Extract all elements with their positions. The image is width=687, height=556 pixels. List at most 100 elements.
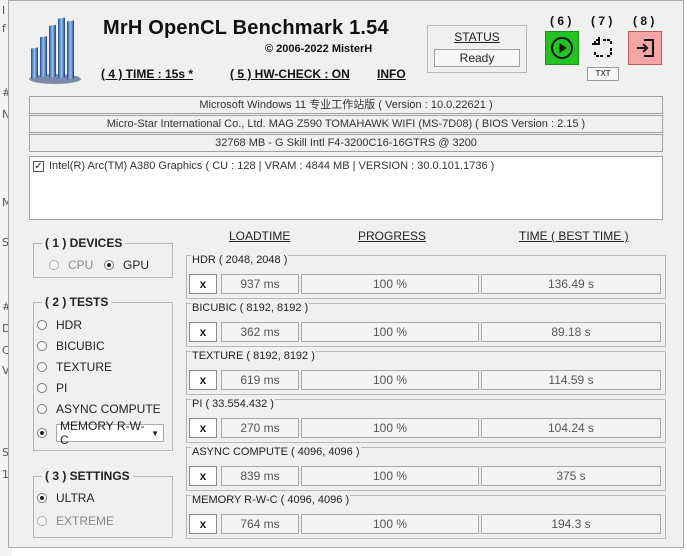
background-text-fragment: f <box>2 22 6 35</box>
setting-ultra-option[interactable]: ULTRA <box>37 491 94 505</box>
exit-icon <box>637 39 654 57</box>
result-row-hdr: HDR ( 2048, 2048 ) x 937 ms 100 % 136.49… <box>186 254 666 299</box>
hdr-label: HDR <box>56 318 82 332</box>
result-name: MEMORY R-W-C ( 4096, 4096 ) <box>191 494 351 506</box>
gpu-radio[interactable] <box>104 260 114 270</box>
tests-legend: ( 2 ) TESTS <box>45 295 109 309</box>
device-gpu-option[interactable]: GPU <box>104 258 149 272</box>
result-name: HDR ( 2048, 2048 ) <box>191 254 289 266</box>
app-logo-icon <box>29 17 81 84</box>
txt-export-button[interactable]: TXT <box>587 67 619 81</box>
run-button[interactable] <box>545 31 579 65</box>
async-compute-radio[interactable] <box>37 404 47 414</box>
texture-label: TEXTURE <box>56 360 113 374</box>
test-option-hdr[interactable]: HDR <box>37 318 82 332</box>
hdr-radio[interactable] <box>37 320 47 330</box>
progress-value: 100 % <box>301 418 479 438</box>
copyright-text: © 2006-2022 MisterH <box>265 43 373 55</box>
motherboard-info: Micro-Star International Co., Ltd. MAG Z… <box>29 115 663 133</box>
progress-value: 100 % <box>301 370 479 390</box>
clear-result-button[interactable]: x <box>189 322 217 342</box>
memory-test-select[interactable]: MEMORY R-W-C ▼ <box>56 419 164 447</box>
bicubic-radio[interactable] <box>37 341 47 351</box>
background-text-fragment: I <box>2 4 6 17</box>
loadtime-value: 362 ms <box>221 322 299 342</box>
loadtime-value: 270 ms <box>221 418 299 438</box>
status-label: STATUS <box>454 30 500 44</box>
test-option-pi[interactable]: PI <box>37 381 67 395</box>
chevron-down-icon: ▼ <box>151 428 159 438</box>
result-name: ASYNC COMPUTE ( 4096, 4096 ) <box>191 446 361 458</box>
devices-legend: ( 1 ) DEVICES <box>45 236 123 250</box>
crop-screenshot-button[interactable] <box>586 31 620 65</box>
test-option-async-compute[interactable]: ASYNC COMPUTE <box>37 402 161 416</box>
result-row-memory-rwc: MEMORY R-W-C ( 4096, 4096 ) x 764 ms 100… <box>186 494 666 539</box>
time-column-header: TIME ( BEST TIME ) <box>519 229 629 243</box>
loadtime-value: 764 ms <box>221 514 299 534</box>
hw-check-link[interactable]: ( 5 ) HW-CHECK : ON <box>230 67 350 81</box>
gpu-checkbox[interactable]: ✓ <box>33 161 44 172</box>
setting-extreme-option[interactable]: EXTREME <box>37 514 114 528</box>
clear-result-button[interactable]: x <box>189 466 217 486</box>
device-cpu-option[interactable]: CPU <box>49 258 93 272</box>
time-value: 104.24 s <box>481 418 661 438</box>
clear-result-button[interactable]: x <box>189 274 217 294</box>
status-value: Ready <box>434 49 520 67</box>
result-row-pi: PI ( 33.554.432 ) x 270 ms 100 % 104.24 … <box>186 398 666 443</box>
result-row-texture: TEXTURE ( 8192, 8192 ) x 619 ms 100 % 11… <box>186 350 666 395</box>
test-option-texture[interactable]: TEXTURE <box>37 360 112 374</box>
loadtime-value: 619 ms <box>221 370 299 390</box>
gpu-label: GPU <box>123 258 150 272</box>
time-setting-link[interactable]: ( 4 ) TIME : 15s * <box>101 67 193 81</box>
progress-column-header: PROGRESS <box>358 229 427 243</box>
progress-value: 100 % <box>301 514 479 534</box>
progress-value: 100 % <box>301 466 479 486</box>
progress-value: 100 % <box>301 274 479 294</box>
run-shortcut-label: ( 6 ) <box>550 14 572 28</box>
time-value: 194.3 s <box>481 514 661 534</box>
status-panel: STATUS Ready <box>427 25 527 73</box>
cpu-radio[interactable] <box>49 260 59 270</box>
result-row-bicubic: BICUBIC ( 8192, 8192 ) x 362 ms 100 % 89… <box>186 302 666 347</box>
progress-value: 100 % <box>301 322 479 342</box>
pi-label: PI <box>56 381 68 395</box>
ultra-label: ULTRA <box>56 491 95 505</box>
result-name: BICUBIC ( 8192, 8192 ) <box>191 302 310 314</box>
test-option-memory-rwc[interactable]: MEMORY R-W-C ▼ <box>37 419 164 447</box>
exit-button[interactable] <box>628 31 662 65</box>
pi-radio[interactable] <box>37 383 47 393</box>
clear-result-button[interactable]: x <box>189 418 217 438</box>
exit-shortcut-label: ( 8 ) <box>633 14 655 28</box>
system-info-panel: Microsoft Windows 11 专业工作站版 ( Version : … <box>29 96 663 152</box>
time-value: 136.49 s <box>481 274 661 294</box>
crop-shortcut-label: ( 7 ) <box>591 14 613 28</box>
memory-info: 32768 MB - G Skill Intl F4-3200C16-16GTR… <box>29 134 663 152</box>
clear-result-button[interactable]: x <box>189 514 217 534</box>
info-link[interactable]: INFO <box>377 67 406 81</box>
memory-rwc-radio[interactable] <box>37 428 47 438</box>
ultra-radio[interactable] <box>37 493 47 503</box>
settings-legend: ( 3 ) SETTINGS <box>45 469 130 483</box>
extreme-radio[interactable] <box>37 516 47 526</box>
memory-test-select-value: MEMORY R-W-C <box>60 419 145 447</box>
result-name: PI ( 33.554.432 ) <box>191 398 275 410</box>
app-title: MrH OpenCL Benchmark 1.54 <box>103 17 389 39</box>
bicubic-label: BICUBIC <box>56 339 105 353</box>
crop-select-icon <box>592 37 612 57</box>
time-value: 89.18 s <box>481 322 661 342</box>
time-value: 114.59 s <box>481 370 661 390</box>
time-value: 375 s <box>481 466 661 486</box>
result-name: TEXTURE ( 8192, 8192 ) <box>191 350 316 362</box>
os-info: Microsoft Windows 11 专业工作站版 ( Version : … <box>29 96 663 114</box>
play-icon <box>551 37 573 59</box>
texture-radio[interactable] <box>37 362 47 372</box>
opencl-device-list: ✓ Intel(R) Arc(TM) A380 Graphics ( CU : … <box>29 156 663 220</box>
cpu-label: CPU <box>68 258 94 272</box>
benchmark-window: MrH OpenCL Benchmark 1.54 © 2006-2022 Mi… <box>8 0 684 548</box>
gpu-device-entry[interactable]: Intel(R) Arc(TM) A380 Graphics ( CU : 12… <box>49 160 494 172</box>
loadtime-value: 937 ms <box>221 274 299 294</box>
test-option-bicubic[interactable]: BICUBIC <box>37 339 105 353</box>
clear-result-button[interactable]: x <box>189 370 217 390</box>
loadtime-value: 839 ms <box>221 466 299 486</box>
extreme-label: EXTREME <box>56 514 115 528</box>
